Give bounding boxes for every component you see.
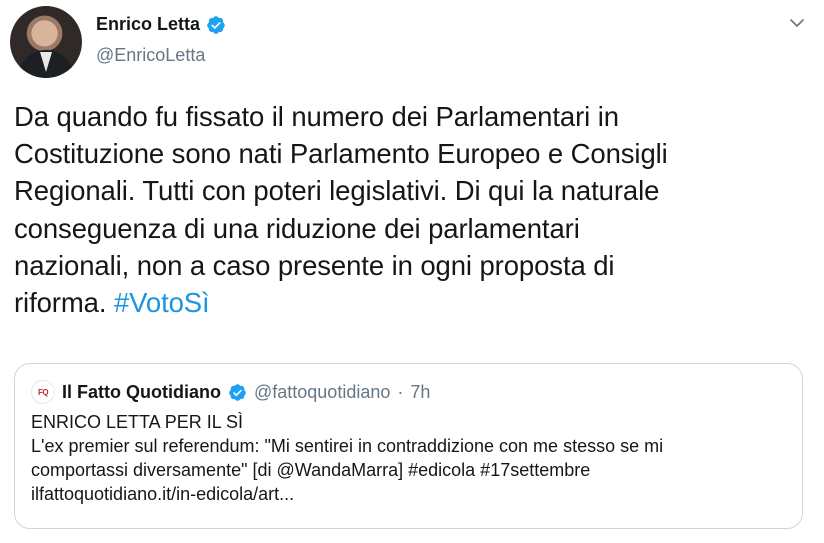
tweet-line: Regionali. Tutti con poteri legislativi.… <box>14 175 660 207</box>
tweet-line: riforma. <box>14 287 107 319</box>
quoted-timestamp[interactable]: 7h <box>410 382 430 403</box>
separator-dot: · <box>397 381 404 402</box>
quoted-line: comportassi diversamente" [di @WandaMarr… <box>31 460 591 480</box>
quoted-author-name[interactable]: Il Fatto Quotidiano <box>62 382 221 403</box>
quoted-tweet-header: FQ Il Fatto Quotidiano @fattoquotidiano … <box>31 380 430 404</box>
quoted-line: L'ex premier sul referendum: "Mi sentire… <box>31 436 664 456</box>
verified-badge-icon <box>228 383 247 402</box>
avatar[interactable] <box>10 6 82 78</box>
hashtag-link[interactable]: #VotoSì <box>114 287 210 318</box>
tweet-line: Da quando fu fissato il numero dei Parla… <box>14 101 619 132</box>
tweet-line: Costituzione sono nati Parlamento Europe… <box>14 138 668 170</box>
verified-badge-icon <box>206 15 226 35</box>
quoted-tweet-text: ENRICO LETTA PER IL SÌ L'ex premier sul … <box>31 410 791 506</box>
tweet-last-line: riforma. #VotoSì <box>14 284 804 321</box>
tweet-text: Da quando fu fissato il numero dei Parla… <box>14 98 804 321</box>
tweet-line: nazionali, non a caso presente in ogni p… <box>14 249 615 281</box>
quoted-line: ENRICO LETTA PER IL SÌ <box>31 412 244 432</box>
author-name-row[interactable]: Enrico Letta <box>96 14 226 35</box>
quoted-author-handle[interactable]: @fattoquotidiano <box>254 382 390 403</box>
tweet-line: conseguenza di una riduzione dei parlame… <box>14 212 580 244</box>
author-handle[interactable]: @EnricoLetta <box>96 45 205 66</box>
quoted-avatar-logo[interactable]: FQ <box>31 380 55 404</box>
quoted-link[interactable]: ilfattoquotidiano.it/in-edicola/art... <box>31 482 791 506</box>
author-name[interactable]: Enrico Letta <box>96 14 200 35</box>
chevron-down-icon[interactable] <box>788 14 806 32</box>
quoted-tweet-card[interactable]: FQ Il Fatto Quotidiano @fattoquotidiano … <box>14 363 803 529</box>
